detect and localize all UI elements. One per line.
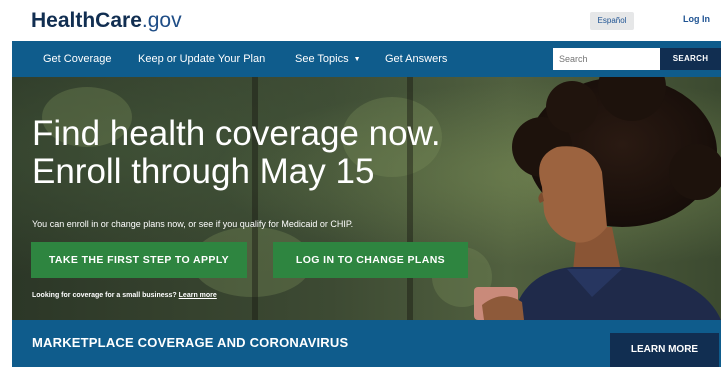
search-input[interactable] [553, 48, 660, 70]
logo-text: HealthCare [31, 9, 142, 32]
hero-subtitle: You can enroll in or change plans now, o… [32, 219, 354, 229]
small-business-text: Looking for coverage for a small busines… [32, 292, 177, 299]
hero-title-line-1: Find health coverage now. [32, 114, 441, 153]
banner-title: MARKETPLACE COVERAGE AND CORONAVIRUS [32, 335, 349, 350]
healthcare-logo[interactable]: HealthCare.gov [31, 9, 182, 33]
language-toggle-button[interactable]: Español [590, 12, 634, 30]
hero-title: Find health coverage now. Enroll through… [32, 115, 441, 191]
nav-keep-or-update-plan[interactable]: Keep or Update Your Plan [138, 41, 265, 77]
logo-tld: .gov [141, 9, 182, 32]
login-link[interactable]: Log In [683, 14, 710, 24]
nav-see-topics[interactable]: See Topics ▼ [295, 41, 361, 77]
nav-get-coverage[interactable]: Get Coverage [43, 41, 111, 77]
learn-more-button[interactable]: LEARN MORE [610, 333, 719, 367]
search-button[interactable]: SEARCH [660, 48, 721, 70]
hero-section: Find health coverage now. Enroll through… [12, 77, 721, 320]
main-navigation: Get Coverage Keep or Update Your Plan Se… [12, 41, 721, 77]
site-header: HealthCare.gov Español Log In [0, 0, 721, 40]
small-business-note: Looking for coverage for a small busines… [32, 292, 217, 299]
coronavirus-banner: MARKETPLACE COVERAGE AND CORONAVIRUS LEA… [12, 320, 721, 367]
chevron-down-icon: ▼ [353, 56, 361, 63]
apply-button[interactable]: TAKE THE FIRST STEP TO APPLY [31, 242, 247, 278]
login-change-plans-button[interactable]: LOG IN TO CHANGE PLANS [273, 242, 468, 278]
woman-with-phone-image [474, 77, 721, 320]
nav-see-topics-label: See Topics [295, 53, 349, 65]
nav-get-answers[interactable]: Get Answers [385, 41, 447, 77]
learn-more-small-business-link[interactable]: Learn more [179, 292, 217, 299]
hero-title-line-2: Enroll through May 15 [32, 152, 375, 191]
